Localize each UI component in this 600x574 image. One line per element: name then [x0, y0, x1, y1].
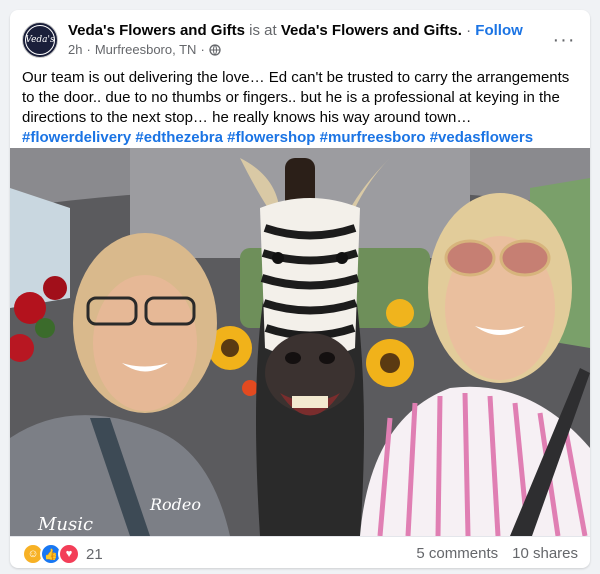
avatar-logo: Veda's — [25, 25, 55, 55]
post-card: Veda's Veda's Flowers and Gifts is at Ve… — [10, 10, 590, 568]
meta-separator: · — [86, 42, 91, 57]
post-place[interactable]: Murfreesboro, TN — [95, 42, 197, 57]
shares-count[interactable]: 10 shares — [512, 545, 578, 562]
hashtag-flowerdelivery[interactable]: #flowerdelivery — [22, 129, 131, 146]
hashtag-edthezebra[interactable]: #edthezebra — [135, 129, 223, 146]
is-at-text: is at — [249, 22, 277, 39]
post-time[interactable]: 2h — [68, 42, 82, 57]
follow-button[interactable]: Follow — [475, 22, 523, 39]
love-icon: ♥ — [58, 543, 80, 565]
post-photo[interactable]: Music Rodeo — [10, 148, 590, 536]
page-avatar[interactable]: Veda's — [22, 22, 58, 58]
post-footer: ☺ 👍 ♥ 21 5 comments 10 shares — [10, 536, 590, 568]
meta-separator-2: · — [200, 42, 205, 57]
page-name-link[interactable]: Veda's Flowers and Gifts — [68, 22, 245, 39]
hashtag-murfreesboro[interactable]: #murfreesboro — [320, 129, 426, 146]
more-options-icon[interactable]: ··· — [550, 26, 578, 54]
post-header: Veda's Veda's Flowers and Gifts is at Ve… — [10, 10, 590, 70]
post-text: Our team is out delivering the love… Ed … — [22, 69, 570, 126]
reaction-count[interactable]: 21 — [86, 546, 103, 563]
post-meta: 2h · Murfreesboro, TN · — [68, 42, 221, 57]
comments-count[interactable]: 5 comments — [416, 545, 498, 562]
location-tag-link[interactable]: Veda's Flowers and Gifts — [281, 22, 458, 39]
shirt-text-music: Music — [37, 514, 93, 535]
shirt-text-rodeo: Rodeo — [149, 495, 201, 514]
post-body: Our team is out delivering the love… Ed … — [22, 68, 578, 148]
reactions-summary[interactable]: ☺ 👍 ♥ 21 — [22, 543, 103, 565]
hashtag-flowershop[interactable]: #flowershop — [227, 129, 315, 146]
post-stats: 5 comments 10 shares — [416, 545, 578, 562]
globe-icon[interactable] — [209, 43, 221, 56]
hashtag-vedasflowers[interactable]: #vedasflowers — [430, 129, 533, 146]
title-separator: · — [466, 22, 472, 39]
avatar-text: Veda's — [25, 35, 55, 45]
post-title-line: Veda's Flowers and Gifts is at Veda's Fl… — [68, 22, 523, 39]
